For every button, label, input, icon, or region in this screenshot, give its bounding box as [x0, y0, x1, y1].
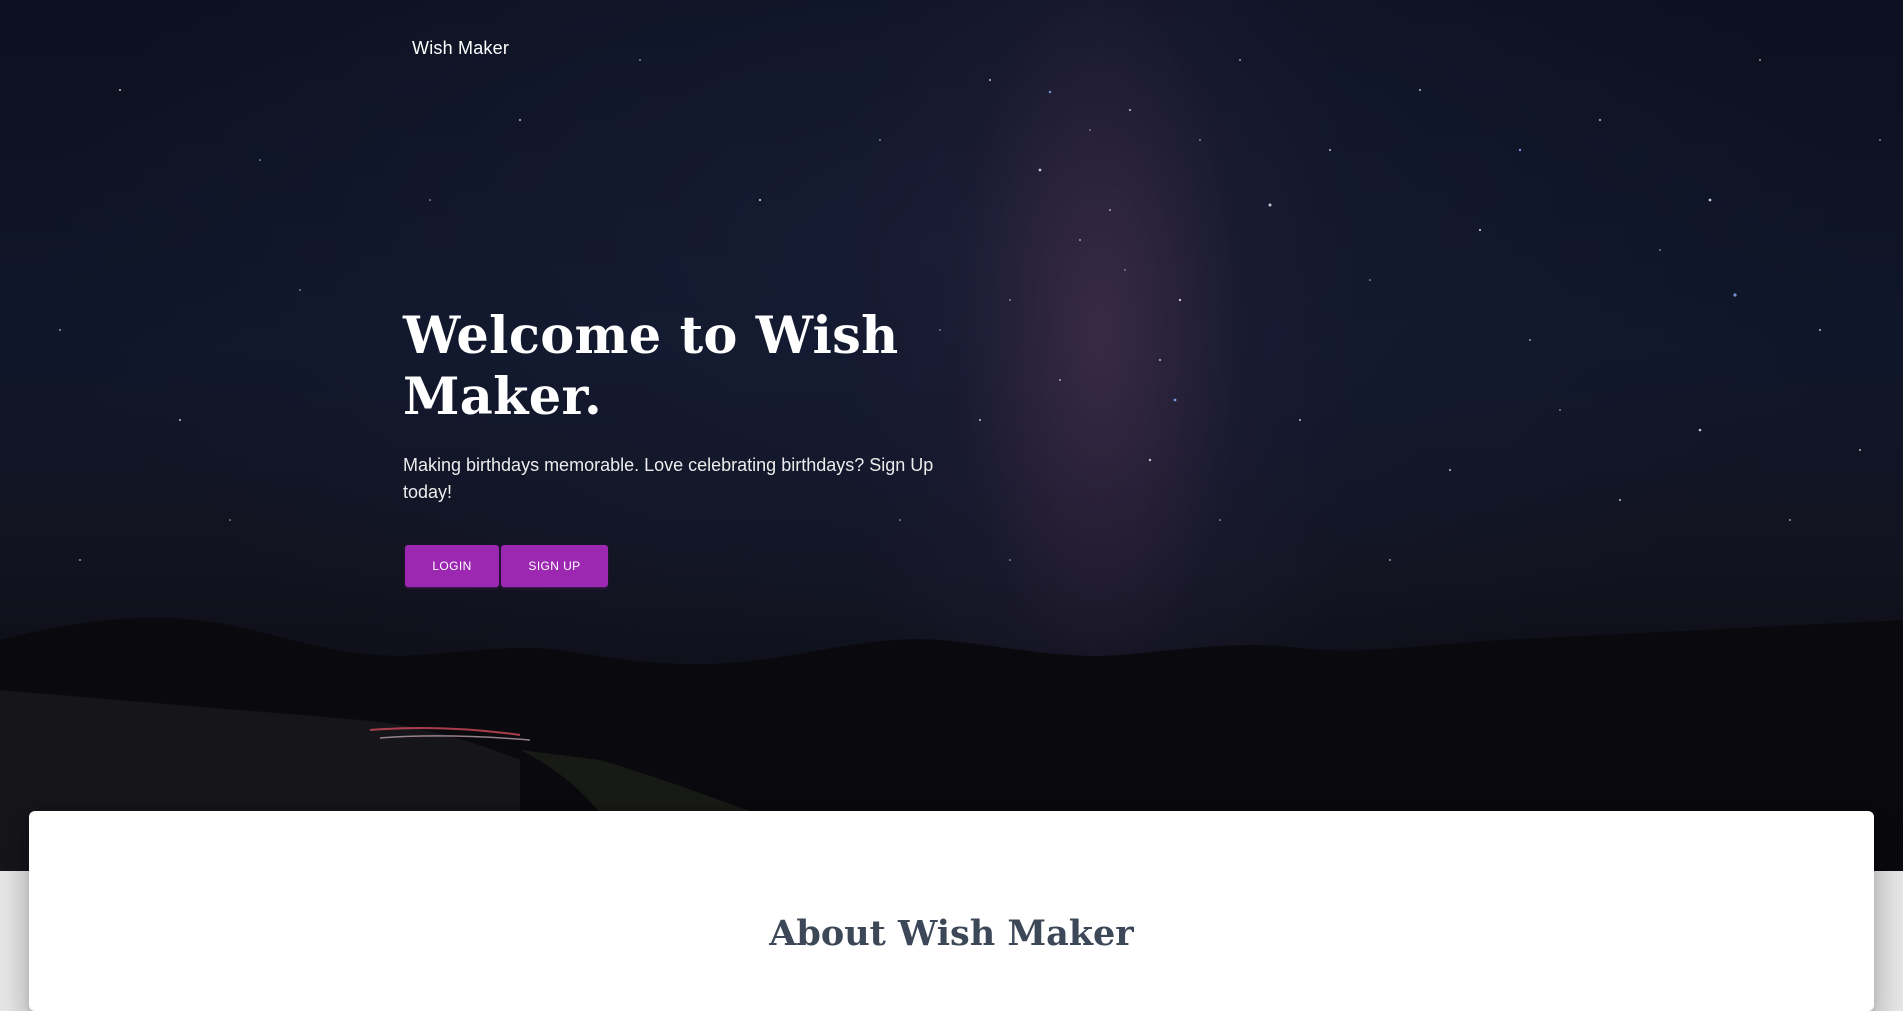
- navbar-brand[interactable]: Wish Maker: [412, 38, 509, 59]
- hero-subtitle: Making birthdays memorable. Love celebra…: [403, 455, 934, 502]
- signup-button[interactable]: SIGN UP: [501, 545, 608, 587]
- about-section-title: About Wish Maker: [769, 913, 1134, 954]
- hero-buttons: LOGIN SIGN UP: [403, 545, 963, 587]
- hero-section: Wish Maker Welcome to Wish Maker. Making…: [0, 0, 1903, 871]
- login-button[interactable]: LOGIN: [405, 545, 499, 587]
- hero-content: Welcome to Wish Maker. Making birthdays …: [403, 306, 963, 587]
- main-content-card: About Wish Maker: [29, 811, 1874, 1011]
- hero-title: Welcome to Wish Maker.: [403, 306, 899, 427]
